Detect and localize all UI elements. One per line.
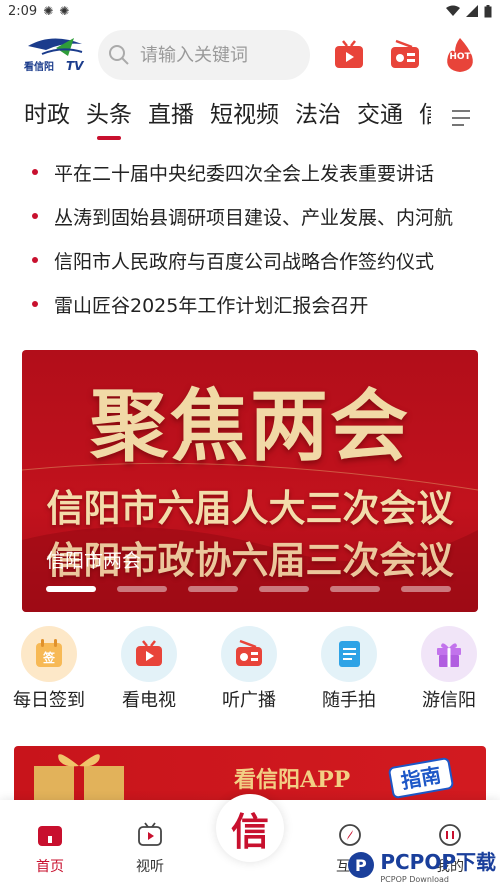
status-bar: 2:09 ✺ ✺: [0, 0, 500, 22]
video-icon: [138, 822, 162, 846]
nav-home[interactable]: 首页: [20, 822, 80, 876]
tv-icon: [121, 626, 177, 682]
nav-label: 首页: [36, 859, 64, 875]
svg-text:TV: TV: [66, 59, 85, 73]
gift-icon: [421, 626, 477, 682]
svg-text:P: P: [355, 856, 367, 875]
nav-video[interactable]: 视听: [120, 822, 180, 876]
watermark-logo-icon: P: [348, 852, 375, 878]
carousel-dot[interactable]: [401, 586, 451, 592]
app-logo[interactable]: 看信阳 TV: [22, 36, 88, 74]
hot-label: HOT: [449, 52, 471, 62]
carousel-dot[interactable]: [259, 586, 309, 592]
bullet: [32, 213, 38, 219]
menu-icon: [452, 110, 470, 126]
carousel-dot[interactable]: [117, 586, 167, 592]
tab-toutiao[interactable]: 头条: [86, 96, 132, 134]
promo-text: 看信阳APP: [234, 767, 351, 793]
quick-entry-label: 看电视: [122, 690, 176, 711]
watermark: P PCPOP下载 PCPOP Download: [346, 846, 496, 884]
promo-badge: 指南: [387, 756, 455, 800]
search-input[interactable]: [140, 44, 300, 66]
search-bar[interactable]: [98, 30, 310, 80]
quick-entry-tv[interactable]: 看电视: [104, 626, 194, 712]
headline-text: 雷山匠谷2025年工作计划汇报会召开: [54, 294, 369, 317]
watermark-text: PCPOP下载: [380, 850, 496, 874]
hot-icon[interactable]: HOT: [443, 38, 477, 72]
headline-text: 信阳市人民政府与百度公司战略合作签约仪式: [54, 250, 435, 273]
tv-play-icon[interactable]: [332, 38, 366, 72]
tab-duanshipin[interactable]: 短视频: [210, 96, 279, 134]
checkin-glyph: 签: [42, 650, 55, 665]
banner-art-title: 聚焦两会: [89, 381, 410, 472]
channel-tabs: 时政 头条 直播 短视频 法治 交通 信: [0, 96, 500, 142]
quick-entry-checkin[interactable]: 签 每日签到: [4, 626, 94, 712]
center-glyph: 信: [230, 808, 269, 854]
radio-icon[interactable]: [388, 38, 422, 72]
headline-text: 丛涛到固始县调研项目建设、产业发展、内河航: [54, 206, 454, 229]
bullet: [32, 301, 38, 307]
status-time: 2:09: [8, 3, 38, 19]
quick-entry-tour[interactable]: 游信阳: [404, 626, 494, 712]
quick-entry-snap[interactable]: 随手拍: [304, 626, 394, 712]
quick-entry-label: 听广播: [222, 690, 276, 711]
watermark-subtext: PCPOP Download: [380, 875, 450, 884]
carousel-dot[interactable]: [330, 586, 380, 592]
list-item[interactable]: 信阳市人民政府与百度公司战略合作签约仪式: [0, 238, 500, 282]
banner-caption: 信阳市两会: [46, 550, 142, 572]
carousel-dot[interactable]: [46, 586, 96, 592]
tab-xin[interactable]: 信: [419, 96, 431, 134]
notebook-icon: [321, 626, 377, 682]
nav-label: 视听: [136, 859, 164, 875]
tab-fazhi[interactable]: 法治: [295, 96, 341, 134]
burst-icon: ✺: [59, 4, 70, 18]
radio-icon: [221, 626, 277, 682]
carousel-dot[interactable]: [188, 586, 238, 592]
banner-carousel[interactable]: 聚焦两会 信阳市六届人大三次会议 信阳市政协六届三次会议 信阳市两会: [22, 350, 478, 612]
home-icon: [38, 826, 62, 846]
quick-entry-label: 随手拍: [322, 690, 376, 711]
tab-menu-button[interactable]: [450, 108, 474, 128]
list-item[interactable]: 平在二十届中央纪委四次全会上发表重要讲话: [0, 150, 500, 194]
battery-icon: [484, 4, 492, 17]
bullet: [32, 169, 38, 175]
header: 看信阳 TV HOT: [0, 28, 500, 80]
quick-entry-label: 每日签到: [13, 690, 85, 711]
compass-icon: [339, 824, 361, 846]
headline-text: 平在二十届中央纪委四次全会上发表重要讲话: [54, 162, 435, 185]
center-xin-button[interactable]: 信: [216, 794, 284, 862]
burst-icon: ✺: [43, 4, 54, 18]
headline-list: 平在二十届中央纪委四次全会上发表重要讲话 丛涛到固始县调研项目建设、产业发展、内…: [0, 150, 500, 326]
wifi-icon: [446, 5, 460, 16]
tab-zhibo[interactable]: 直播: [148, 96, 194, 134]
carousel-indicators: [46, 586, 451, 592]
svg-text:看信阳: 看信阳: [24, 60, 54, 73]
quick-entry-radio[interactable]: 听广播: [204, 626, 294, 712]
tab-jiaotong[interactable]: 交通: [357, 96, 403, 134]
list-item[interactable]: 丛涛到固始县调研项目建设、产业发展、内河航: [0, 194, 500, 238]
sign-in-calendar-icon: 签: [21, 626, 77, 682]
quick-entry-grid: 签 每日签到 看电视 听广播 随手拍 游信阳: [0, 626, 500, 718]
quick-entry-label: 游信阳: [422, 690, 476, 711]
signal-icon: [466, 5, 478, 17]
list-item[interactable]: 雷山匠谷2025年工作计划汇报会召开: [0, 282, 500, 326]
banner-line-1: 信阳市六届人大三次会议: [46, 486, 454, 530]
profile-icon: [439, 824, 461, 846]
logo-graphic: 看信阳 TV: [24, 38, 85, 73]
bullet: [32, 257, 38, 263]
search-icon: [109, 45, 129, 65]
tab-shizheng[interactable]: 时政: [24, 96, 70, 134]
bottom-nav: 首页 视听 信 互动 我的 P PCPOP下载 PCPOP Download: [0, 794, 500, 888]
